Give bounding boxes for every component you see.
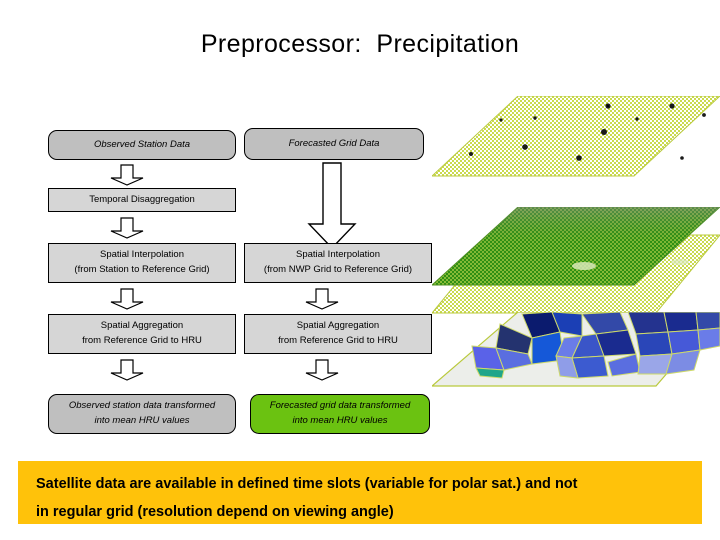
page-title: Preprocessor: Precipitation: [200, 30, 520, 58]
box-label: Temporal Disaggregation: [89, 193, 195, 205]
box-label-line1: Observed station data transformed: [68, 400, 216, 412]
box-label-line1: Spatial Interpolation: [296, 249, 380, 261]
box-spatial-interpolation-right[interactable]: Spatial Interpolation (from NWP Grid to …: [244, 240, 435, 283]
box-spatial-aggregation-right[interactable]: Spatial Aggregation from Reference Grid …: [244, 311, 435, 354]
arrow-interpolation-to-aggregation-right: [303, 288, 341, 310]
box-label-line1: Spatial Aggregation: [296, 320, 380, 332]
box-label-line2: (from NWP Grid to Reference Grid): [263, 264, 413, 275]
arrow-forecasted-to-interpolation: [306, 162, 358, 250]
box-observed-result[interactable]: Observed station data transformed into m…: [48, 391, 239, 434]
arrow-observed-to-temporal: [108, 164, 146, 186]
box-forecasted-result[interactable]: Forecasted grid data transformed into me…: [250, 391, 433, 434]
box-forecasted-grid-data[interactable]: Forecasted Grid Data: [244, 121, 431, 160]
box-label: Forecasted Grid Data: [288, 137, 380, 149]
arrow-interpolation-to-aggregation-left: [108, 288, 146, 310]
callout-banner: Satellite data are available in defined …: [18, 461, 702, 524]
box-label: Observed Station Data: [93, 138, 191, 150]
box-spatial-interpolation-left[interactable]: Spatial Interpolation (from Station to R…: [48, 240, 239, 283]
box-label-line2: into mean HRU values: [94, 415, 190, 426]
banner-line-1: Satellite data are available in defined …: [36, 476, 578, 492]
box-label-line1: Spatial Interpolation: [100, 249, 184, 261]
reference-grid-planes-graphic: [432, 207, 720, 315]
box-temporal-disaggregation[interactable]: Temporal Disaggregation: [48, 185, 239, 212]
hru-polygon-map-graphic: [432, 312, 720, 392]
box-label-line2: (from Station to Reference Grid): [74, 264, 210, 275]
box-observed-station-data[interactable]: Observed Station Data: [48, 123, 243, 160]
arrow-aggregation-to-result-left: [108, 359, 146, 381]
box-label-line2: from Reference Grid to HRU: [278, 335, 398, 346]
box-label-line1: Spatial Aggregation: [100, 320, 184, 332]
station-points-plane-graphic: [432, 96, 720, 182]
arrow-temporal-to-interpolation: [108, 217, 146, 239]
banner-line-2: in regular grid (resolution depend on vi…: [36, 504, 394, 521]
box-spatial-aggregation-left[interactable]: Spatial Aggregation from Reference Grid …: [48, 311, 239, 354]
box-label-line2: from Reference Grid to HRU: [82, 335, 202, 346]
box-label-line2: into mean HRU values: [292, 415, 388, 426]
box-label-line1: Forecasted grid data transformed: [269, 400, 411, 412]
arrow-aggregation-to-result-right: [303, 359, 341, 381]
